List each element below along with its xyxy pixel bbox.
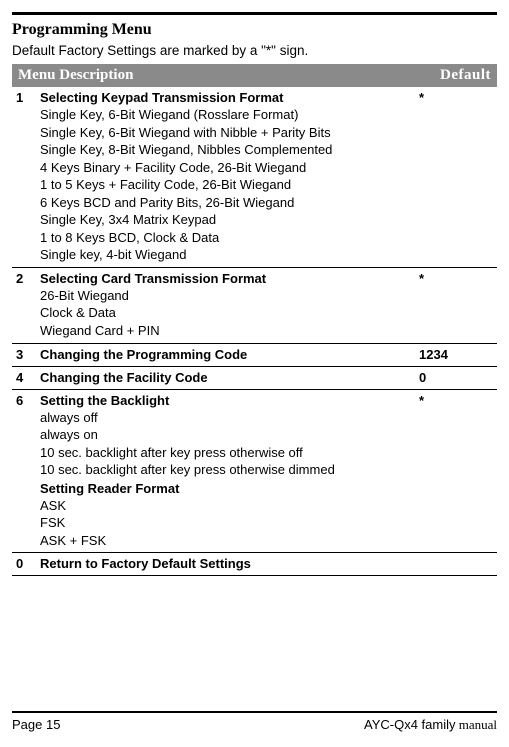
row-content: Selecting Keypad Transmission Format Sin…	[36, 87, 415, 267]
row-default: *	[415, 87, 497, 267]
table-row: 1 Selecting Keypad Transmission Format S…	[12, 87, 497, 267]
table-row: 2 Selecting Card Transmission Format 26-…	[12, 267, 497, 343]
row-content: Changing the Programming Code	[36, 343, 415, 366]
table-header-row: Menu Description Default	[12, 64, 497, 87]
row-num: 4	[12, 366, 36, 389]
row-title: Selecting Card Transmission Format	[40, 271, 411, 286]
footer-product: AYC-Qx4 family	[364, 717, 456, 732]
row-title: Return to Factory Default Settings	[40, 556, 411, 571]
row-line: 1 to 8 Keys BCD, Clock & Data	[40, 229, 411, 247]
footer-manual: manual	[455, 717, 497, 732]
row-content: Changing the Facility Code	[36, 366, 415, 389]
row-content: Selecting Card Transmission Format 26-Bi…	[36, 267, 415, 343]
row-default: 0	[415, 366, 497, 389]
row-num: 3	[12, 343, 36, 366]
row-line: Wiegand Card + PIN	[40, 322, 411, 340]
row-content: Setting the Backlight always off always …	[36, 389, 415, 553]
row-default: 1234	[415, 343, 497, 366]
table-row: 6 Setting the Backlight always off alway…	[12, 389, 497, 553]
row-default: *	[415, 389, 497, 553]
row-line: 4 Keys Binary + Facility Code, 26-Bit Wi…	[40, 159, 411, 177]
section-title: Programming Menu	[12, 21, 497, 39]
row-line: Single Key, 6-Bit Wiegand with Nibble + …	[40, 124, 411, 142]
row-content: Return to Factory Default Settings	[36, 553, 415, 576]
footer-product-manual: AYC-Qx4 family manual	[364, 717, 497, 733]
row-default	[415, 553, 497, 576]
row-line: Single Key, 3x4 Matrix Keypad	[40, 211, 411, 229]
header-default: Default	[415, 64, 497, 87]
row-num: 0	[12, 553, 36, 576]
table-row: 3 Changing the Programming Code 1234	[12, 343, 497, 366]
row-title: Changing the Facility Code	[40, 370, 411, 385]
row-line: Single Key, 8-Bit Wiegand, Nibbles Compl…	[40, 141, 411, 159]
row-line: 1 to 5 Keys + Facility Code, 26-Bit Wieg…	[40, 176, 411, 194]
row-line: 10 sec. backlight after key press otherw…	[40, 444, 411, 462]
row-line: Single Key, 6-Bit Wiegand (Rosslare Form…	[40, 106, 411, 124]
row-num: 6	[12, 389, 36, 553]
row-line: 26-Bit Wiegand	[40, 287, 411, 305]
table-row: 0 Return to Factory Default Settings	[12, 553, 497, 576]
table-row: 4 Changing the Facility Code 0	[12, 366, 497, 389]
menu-table: Menu Description Default 1 Selecting Key…	[12, 64, 497, 576]
row-line: FSK	[40, 514, 411, 532]
row-num: 2	[12, 267, 36, 343]
row-title: Selecting Keypad Transmission Format	[40, 90, 411, 105]
row-title: Setting the Backlight	[40, 393, 411, 408]
row-line: ASK + FSK	[40, 532, 411, 550]
top-rule	[12, 12, 497, 15]
row-line: always on	[40, 426, 411, 444]
header-menu-description: Menu Description	[12, 64, 415, 87]
row-num: 1	[12, 87, 36, 267]
footer-rule	[12, 711, 497, 713]
row-line: ASK	[40, 497, 411, 515]
row-default: *	[415, 267, 497, 343]
row-line: always off	[40, 409, 411, 427]
page-footer: Page 15 AYC-Qx4 family manual	[12, 711, 497, 733]
subtitle: Default Factory Settings are marked by a…	[12, 43, 497, 58]
row-line: 10 sec. backlight after key press otherw…	[40, 461, 411, 479]
row-subtitle: Setting Reader Format	[40, 481, 411, 496]
row-line: Single key, 4-bit Wiegand	[40, 246, 411, 264]
row-line: 6 Keys BCD and Parity Bits, 26-Bit Wiega…	[40, 194, 411, 212]
footer-page-number: Page 15	[12, 717, 60, 732]
row-line: Clock & Data	[40, 304, 411, 322]
row-title: Changing the Programming Code	[40, 347, 411, 362]
